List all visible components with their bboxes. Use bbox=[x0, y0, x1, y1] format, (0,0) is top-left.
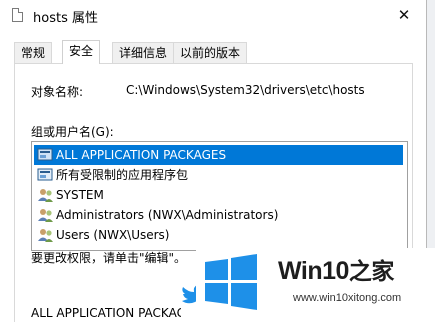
tab-previous-versions[interactable]: 以前的版本 bbox=[173, 42, 248, 63]
package-group-icon bbox=[37, 168, 53, 181]
list-item-users[interactable]: Users (NWX\Users) bbox=[34, 225, 403, 245]
users-group-icon bbox=[38, 209, 53, 222]
list-item-system[interactable]: SYSTEM bbox=[34, 185, 403, 205]
list-item-administrators[interactable]: Administrators (NWX\Administrators) bbox=[34, 205, 403, 225]
list-item-label: ALL APPLICATION PACKAGES bbox=[56, 148, 227, 162]
package-group-icon bbox=[37, 148, 53, 161]
object-name-label: 对象名称: bbox=[31, 85, 84, 99]
brand-suffix: 之家 bbox=[348, 258, 395, 284]
group-or-user-label: 组或用户名(G): bbox=[31, 125, 114, 139]
windows-logo-icon bbox=[205, 254, 257, 310]
list-item-label: Users (NWX\Users) bbox=[56, 228, 170, 242]
close-button[interactable]: ✕ bbox=[382, 0, 426, 30]
list-item-all-application-packages[interactable]: ALL APPLICATION PACKAGES bbox=[34, 145, 403, 165]
edit-permissions-hint: 要更改权限，请单击"编辑"。 bbox=[31, 251, 187, 265]
site-url: www.win10xitong.com bbox=[293, 292, 402, 304]
list-item-restricted-packages[interactable]: 所有受限制的应用程序包 bbox=[34, 165, 403, 185]
object-name-value: C:\Windows\System32\drivers\etc\hosts bbox=[126, 83, 365, 97]
brand-main: Win10 bbox=[278, 257, 349, 285]
list-item-label: SYSTEM bbox=[56, 188, 104, 202]
users-group-icon bbox=[38, 189, 53, 202]
title-bar: hosts 属性 ✕ bbox=[0, 0, 426, 30]
permissions-for-label: ALL APPLICATION PACKAGES bbox=[31, 306, 181, 320]
brand-name: Win10之家 bbox=[278, 252, 394, 286]
tab-general[interactable]: 常规 bbox=[14, 42, 53, 63]
list-item-label: 所有受限制的应用程序包 bbox=[56, 168, 189, 182]
tab-details[interactable]: 详细信息 bbox=[112, 42, 175, 63]
list-item-label: Administrators (NWX\Administrators) bbox=[56, 208, 279, 222]
site-watermark: Win10之家 www.win10xitong.com bbox=[196, 248, 435, 322]
file-icon bbox=[12, 8, 23, 22]
tab-security[interactable]: 安全 bbox=[62, 40, 101, 64]
users-group-icon bbox=[38, 229, 53, 242]
principals-list[interactable]: ALL APPLICATION PACKAGES 所有受限制的应用程序包 SYS… bbox=[31, 141, 408, 251]
window-title: hosts 属性 bbox=[33, 11, 98, 26]
